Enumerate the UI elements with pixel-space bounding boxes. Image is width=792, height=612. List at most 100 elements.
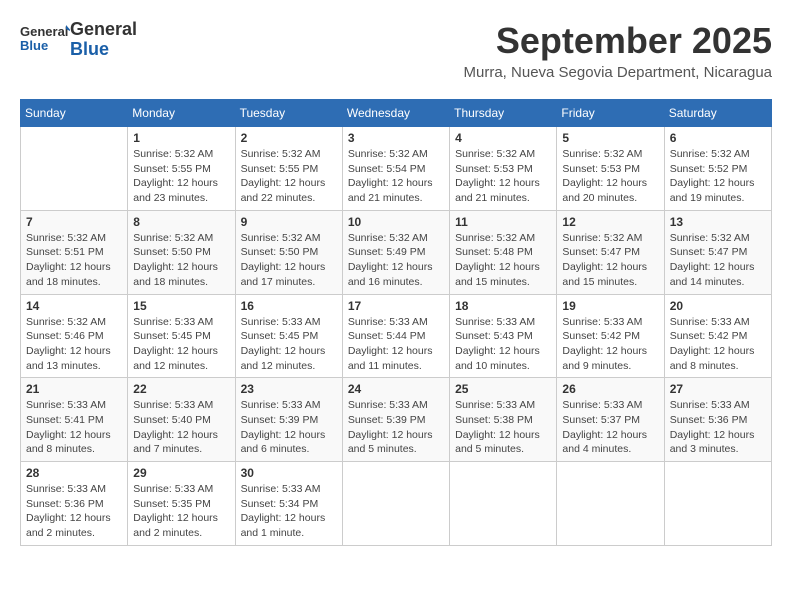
calendar-week-row: 7Sunrise: 5:32 AMSunset: 5:51 PMDaylight… (21, 210, 772, 294)
cell-content-line: and 14 minutes. (670, 275, 766, 290)
cell-content-line: Sunrise: 5:32 AM (562, 147, 658, 162)
cell-content-line: and 5 minutes. (348, 442, 444, 457)
header-day-tuesday: Tuesday (235, 100, 342, 127)
cell-content-line: Daylight: 12 hours (348, 428, 444, 443)
cell-content-line: Daylight: 12 hours (241, 176, 337, 191)
location-title: Murra, Nueva Segovia Department, Nicarag… (137, 64, 772, 81)
cell-content-line: Sunset: 5:47 PM (562, 245, 658, 260)
cell-content-line: Sunset: 5:42 PM (562, 329, 658, 344)
cell-content-line: Daylight: 12 hours (133, 176, 229, 191)
cell-content-line: Sunrise: 5:33 AM (562, 315, 658, 330)
cell-content-line: and 4 minutes. (562, 442, 658, 457)
cell-content-line: and 8 minutes. (670, 359, 766, 374)
cell-content-line: and 20 minutes. (562, 191, 658, 206)
cell-content-line: Sunrise: 5:33 AM (133, 315, 229, 330)
day-number: 25 (455, 382, 551, 396)
header-day-wednesday: Wednesday (342, 100, 449, 127)
cell-content-line: and 15 minutes. (562, 275, 658, 290)
calendar-cell: 8Sunrise: 5:32 AMSunset: 5:50 PMDaylight… (128, 210, 235, 294)
cell-content-line: Daylight: 12 hours (562, 176, 658, 191)
cell-content-line: and 23 minutes. (133, 191, 229, 206)
calendar-cell: 2Sunrise: 5:32 AMSunset: 5:55 PMDaylight… (235, 127, 342, 211)
calendar-week-row: 21Sunrise: 5:33 AMSunset: 5:41 PMDayligh… (21, 378, 772, 462)
day-number: 24 (348, 382, 444, 396)
calendar-cell: 19Sunrise: 5:33 AMSunset: 5:42 PMDayligh… (557, 294, 664, 378)
cell-content-line: Sunset: 5:47 PM (670, 245, 766, 260)
calendar-week-row: 28Sunrise: 5:33 AMSunset: 5:36 PMDayligh… (21, 462, 772, 546)
day-number: 8 (133, 215, 229, 229)
calendar-cell: 12Sunrise: 5:32 AMSunset: 5:47 PMDayligh… (557, 210, 664, 294)
calendar-cell (664, 462, 771, 546)
cell-content-line: Sunset: 5:36 PM (26, 497, 122, 512)
cell-content-line: Sunrise: 5:33 AM (348, 315, 444, 330)
cell-content-line: Daylight: 12 hours (348, 344, 444, 359)
cell-content-line: Daylight: 12 hours (670, 260, 766, 275)
cell-content-line: Sunrise: 5:32 AM (670, 231, 766, 246)
cell-content-line: Sunrise: 5:33 AM (133, 398, 229, 413)
cell-content-line: Sunrise: 5:32 AM (133, 147, 229, 162)
calendar-cell (21, 127, 128, 211)
logo-text: General Blue (70, 20, 137, 60)
cell-content-line: and 12 minutes. (133, 359, 229, 374)
svg-text:Blue: Blue (20, 38, 48, 53)
cell-content-line: Sunset: 5:37 PM (562, 413, 658, 428)
cell-content-line: Sunrise: 5:32 AM (455, 147, 551, 162)
header-day-friday: Friday (557, 100, 664, 127)
day-number: 4 (455, 131, 551, 145)
cell-content-line: Sunset: 5:35 PM (133, 497, 229, 512)
calendar-cell (342, 462, 449, 546)
day-number: 27 (670, 382, 766, 396)
cell-content-line: Sunrise: 5:33 AM (133, 482, 229, 497)
calendar-cell: 26Sunrise: 5:33 AMSunset: 5:37 PMDayligh… (557, 378, 664, 462)
cell-content-line: Sunset: 5:54 PM (348, 162, 444, 177)
calendar-cell: 29Sunrise: 5:33 AMSunset: 5:35 PMDayligh… (128, 462, 235, 546)
cell-content-line: Sunset: 5:55 PM (241, 162, 337, 177)
calendar-cell: 27Sunrise: 5:33 AMSunset: 5:36 PMDayligh… (664, 378, 771, 462)
cell-content-line: and 21 minutes. (348, 191, 444, 206)
cell-content-line: Sunset: 5:52 PM (670, 162, 766, 177)
calendar-cell: 17Sunrise: 5:33 AMSunset: 5:44 PMDayligh… (342, 294, 449, 378)
calendar-cell: 3Sunrise: 5:32 AMSunset: 5:54 PMDaylight… (342, 127, 449, 211)
cell-content-line: Sunset: 5:50 PM (133, 245, 229, 260)
calendar-cell: 6Sunrise: 5:32 AMSunset: 5:52 PMDaylight… (664, 127, 771, 211)
cell-content-line: Sunrise: 5:33 AM (562, 398, 658, 413)
calendar-cell: 13Sunrise: 5:32 AMSunset: 5:47 PMDayligh… (664, 210, 771, 294)
cell-content-line: Daylight: 12 hours (241, 428, 337, 443)
day-number: 16 (241, 299, 337, 313)
cell-content-line: Daylight: 12 hours (241, 344, 337, 359)
cell-content-line: Sunrise: 5:33 AM (26, 482, 122, 497)
cell-content-line: and 19 minutes. (670, 191, 766, 206)
cell-content-line: and 21 minutes. (455, 191, 551, 206)
day-number: 7 (26, 215, 122, 229)
calendar-header-row: SundayMondayTuesdayWednesdayThursdayFrid… (21, 100, 772, 127)
cell-content-line: and 10 minutes. (455, 359, 551, 374)
cell-content-line: Sunrise: 5:33 AM (241, 315, 337, 330)
cell-content-line: Daylight: 12 hours (26, 511, 122, 526)
day-number: 17 (348, 299, 444, 313)
cell-content-line: Sunrise: 5:33 AM (241, 482, 337, 497)
svg-text:General: General (20, 24, 68, 39)
cell-content-line: Sunset: 5:39 PM (241, 413, 337, 428)
cell-content-line: Daylight: 12 hours (455, 344, 551, 359)
cell-content-line: Sunrise: 5:33 AM (670, 398, 766, 413)
cell-content-line: Daylight: 12 hours (455, 176, 551, 191)
cell-content-line: and 3 minutes. (670, 442, 766, 457)
calendar-cell: 23Sunrise: 5:33 AMSunset: 5:39 PMDayligh… (235, 378, 342, 462)
cell-content-line: Daylight: 12 hours (26, 344, 122, 359)
calendar-cell: 11Sunrise: 5:32 AMSunset: 5:48 PMDayligh… (450, 210, 557, 294)
cell-content-line: and 9 minutes. (562, 359, 658, 374)
cell-content-line: Daylight: 12 hours (670, 176, 766, 191)
cell-content-line: Sunset: 5:51 PM (26, 245, 122, 260)
cell-content-line: Sunset: 5:39 PM (348, 413, 444, 428)
cell-content-line: Sunrise: 5:32 AM (241, 147, 337, 162)
cell-content-line: Sunset: 5:41 PM (26, 413, 122, 428)
cell-content-line: Sunrise: 5:32 AM (670, 147, 766, 162)
day-number: 11 (455, 215, 551, 229)
cell-content-line: Sunset: 5:53 PM (455, 162, 551, 177)
calendar-cell: 4 Sunrise: 5:32 AMSunset: 5:53 PMDaylight… (450, 127, 557, 211)
cell-content-line: Sunset: 5:49 PM (348, 245, 444, 260)
cell-content-line: Sunset: 5:40 PM (133, 413, 229, 428)
cell-content-line: and 17 minutes. (241, 275, 337, 290)
cell-content-line: Daylight: 12 hours (670, 428, 766, 443)
cell-content-line: Sunrise: 5:32 AM (26, 231, 122, 246)
